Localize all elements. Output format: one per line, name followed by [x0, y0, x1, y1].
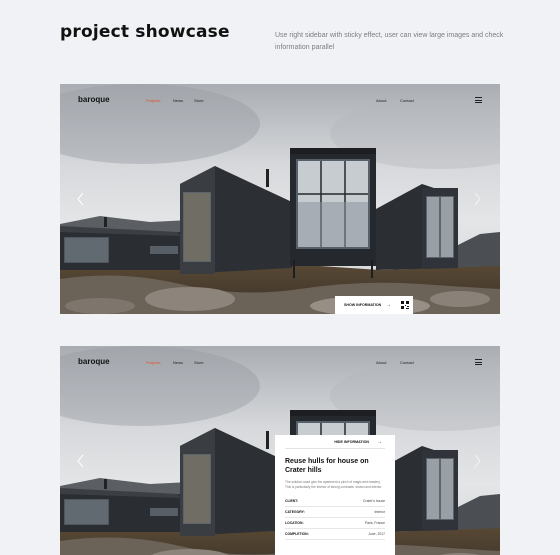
nav-item-about[interactable]: About — [376, 98, 386, 103]
site-navbar: baroque Projects News Store About Contac… — [60, 346, 500, 378]
detail-value: June, 2017 — [368, 532, 385, 536]
detail-value: Interior — [374, 510, 385, 514]
nav-item-store[interactable]: Store — [194, 360, 204, 365]
detail-row-client: CLIENT: Crater's house — [285, 496, 385, 507]
detail-key: CLIENT: — [285, 499, 298, 503]
show-information-button[interactable]: SHOW INFORMATION → — [335, 296, 397, 314]
nav-item-news[interactable]: News — [173, 98, 183, 103]
information-sidebar: HIDE INFORMATION → Reuse hulls for house… — [275, 435, 395, 555]
site-navbar: baroque Projects News Store About Contac… — [60, 84, 500, 116]
arrow-left-icon[interactable] — [77, 454, 85, 468]
qr-code-icon — [401, 301, 409, 309]
nav-item-contact[interactable]: Contact — [400, 98, 414, 103]
arrow-right-icon[interactable] — [473, 454, 481, 468]
detail-key: CATEGORY: — [285, 510, 305, 514]
showcase-frame-expanded: baroque Projects News Store About Contac… — [60, 346, 500, 555]
nav-item-contact[interactable]: Contact — [400, 360, 414, 365]
qr-code-button[interactable] — [397, 296, 413, 314]
nav-item-about[interactable]: About — [376, 360, 386, 365]
showcase-frame-collapsed: baroque Projects News Store About Contac… — [60, 84, 500, 314]
page-description: Use right sidebar with sticky effect, us… — [275, 32, 504, 51]
show-information-label: SHOW INFORMATION — [344, 303, 382, 307]
hide-information-label: HIDE INFORMATION — [334, 440, 369, 444]
menu-icon[interactable] — [475, 359, 482, 365]
arrow-left-icon[interactable] — [77, 192, 85, 206]
nav-item-projects[interactable]: Projects — [146, 360, 160, 365]
nav-item-projects[interactable]: Projects — [146, 98, 160, 103]
nav-item-store[interactable]: Store — [194, 98, 204, 103]
detail-row-location: LOCATION: Paris, France — [285, 518, 385, 529]
arrow-right-icon: → — [386, 302, 391, 308]
project-details: CLIENT: Crater's house CATEGORY: Interio… — [285, 496, 385, 540]
arrow-right-icon: → — [377, 439, 382, 445]
detail-row-category: CATEGORY: Interior — [285, 507, 385, 518]
project-title: Reuse hulls for house on Crater hills — [285, 458, 369, 474]
page-title: project showcase — [60, 22, 230, 42]
menu-icon[interactable] — [475, 97, 482, 103]
arrow-right-icon[interactable] — [473, 192, 481, 206]
hero-image — [60, 84, 500, 314]
project-description: The solution used give the apartment a p… — [285, 480, 383, 489]
detail-value: Paris, France — [364, 521, 385, 525]
detail-value: Crater's house — [363, 499, 385, 503]
site-logo[interactable]: baroque — [78, 357, 110, 366]
nav-item-news[interactable]: News — [173, 360, 183, 365]
hide-information-button[interactable]: HIDE INFORMATION → — [285, 435, 385, 449]
detail-key: COMPLETION: — [285, 532, 309, 536]
detail-row-completion: COMPLETION: June, 2017 — [285, 529, 385, 540]
site-logo[interactable]: baroque — [78, 95, 110, 104]
detail-key: LOCATION: — [285, 521, 304, 525]
